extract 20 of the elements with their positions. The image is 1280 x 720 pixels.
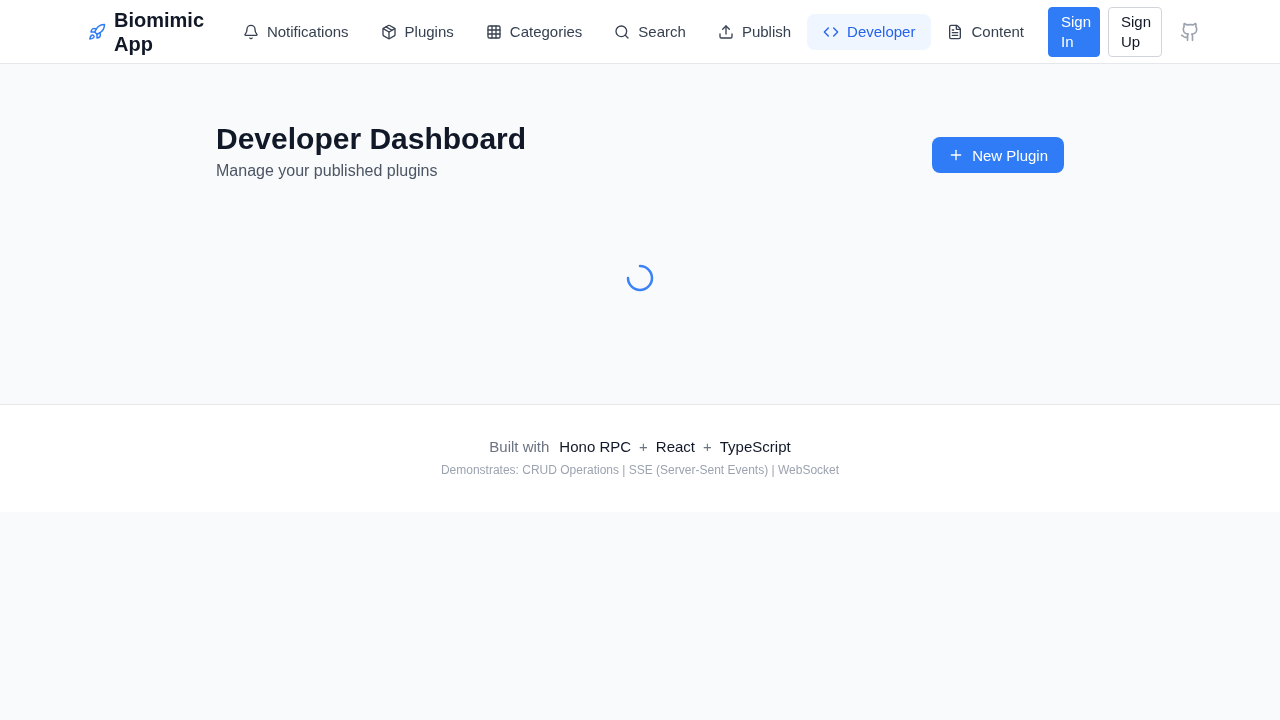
nav-link[interactable]: Content <box>931 13 1040 50</box>
footer-note: Demonstrates: CRUD Operations | SSE (Server-Sent Events) | WebSocket <box>440 463 840 477</box>
tech-name: Hono RPC <box>559 438 632 455</box>
nav-link[interactable]: Plugins <box>364 13 470 50</box>
new-plugin-button[interactable]: New Plugin <box>932 137 1064 173</box>
nav-link[interactable]: Developer <box>807 13 932 50</box>
sign-in-button[interactable]: Sign In <box>1048 6 1100 57</box>
nav-link[interactable]: Categories <box>469 13 599 50</box>
nav-link[interactable]: Notifications <box>226 13 365 50</box>
page-title: Developer Dashboard <box>216 121 527 157</box>
plus-sign: + <box>703 438 712 455</box>
sign-up-button[interactable]: Sign Up <box>1108 6 1162 57</box>
tech-name: React <box>655 438 695 455</box>
nav-link[interactable]: Publish <box>701 13 808 50</box>
footer-label: Built with <box>489 438 550 455</box>
brand-name[interactable]: Biomimic App <box>114 7 214 56</box>
nav-link[interactable]: Search <box>598 13 702 50</box>
plus-sign: + <box>639 438 648 455</box>
tech-name: TypeScript <box>719 438 791 455</box>
page-subtitle: Manage your published plugins <box>216 162 439 180</box>
